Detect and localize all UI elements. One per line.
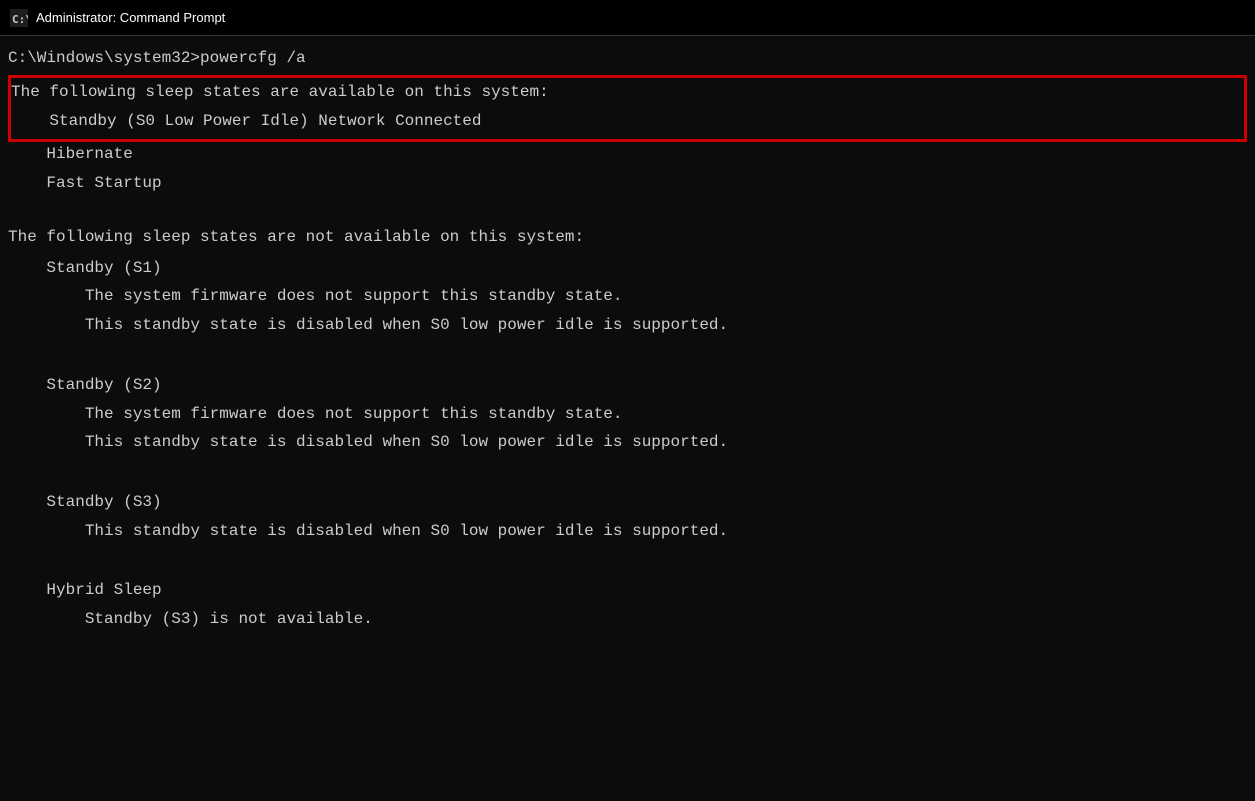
standby-s2-section: Standby (S2) The system firmware does no… (8, 373, 1247, 455)
title-bar: C:\ Administrator: Command Prompt (0, 0, 1255, 36)
svg-text:C:\: C:\ (12, 13, 28, 26)
unavailable-header: The following sleep states are not avail… (8, 225, 1247, 250)
available-state-0: Standby (S0 Low Power Idle) Network Conn… (11, 109, 1244, 134)
standby-s1-reason-1: This standby state is disabled when S0 l… (8, 313, 1247, 338)
highlight-block: The following sleep states are available… (8, 75, 1247, 143)
standby-s3-section: Standby (S3) This standby state is disab… (8, 490, 1247, 544)
cmd-icon: C:\ (10, 9, 28, 27)
window-title: Administrator: Command Prompt (36, 10, 225, 25)
terminal-body: C:\Windows\system32>powercfg /a The foll… (0, 36, 1255, 801)
hybrid-sleep-reason-0: Standby (S3) is not available. (8, 607, 1247, 632)
standby-s2-name: Standby (S2) (8, 373, 1247, 398)
available-state-1: Hibernate (8, 142, 1247, 167)
standby-s1-name: Standby (S1) (8, 256, 1247, 281)
command-prompt-line: C:\Windows\system32>powercfg /a (8, 46, 1247, 71)
standby-s3-name: Standby (S3) (8, 490, 1247, 515)
standby-s2-reason-0: The system firmware does not support thi… (8, 402, 1247, 427)
standby-s2-reason-1: This standby state is disabled when S0 l… (8, 430, 1247, 455)
available-state-2: Fast Startup (8, 171, 1247, 196)
available-header: The following sleep states are available… (11, 80, 1244, 105)
standby-s1-reason-0: The system firmware does not support thi… (8, 284, 1247, 309)
standby-s1-section: Standby (S1) The system firmware does no… (8, 256, 1247, 338)
hybrid-sleep-name: Hybrid Sleep (8, 578, 1247, 603)
standby-s3-reason-0: This standby state is disabled when S0 l… (8, 519, 1247, 544)
hybrid-sleep-section: Hybrid Sleep Standby (S3) is not availab… (8, 578, 1247, 632)
